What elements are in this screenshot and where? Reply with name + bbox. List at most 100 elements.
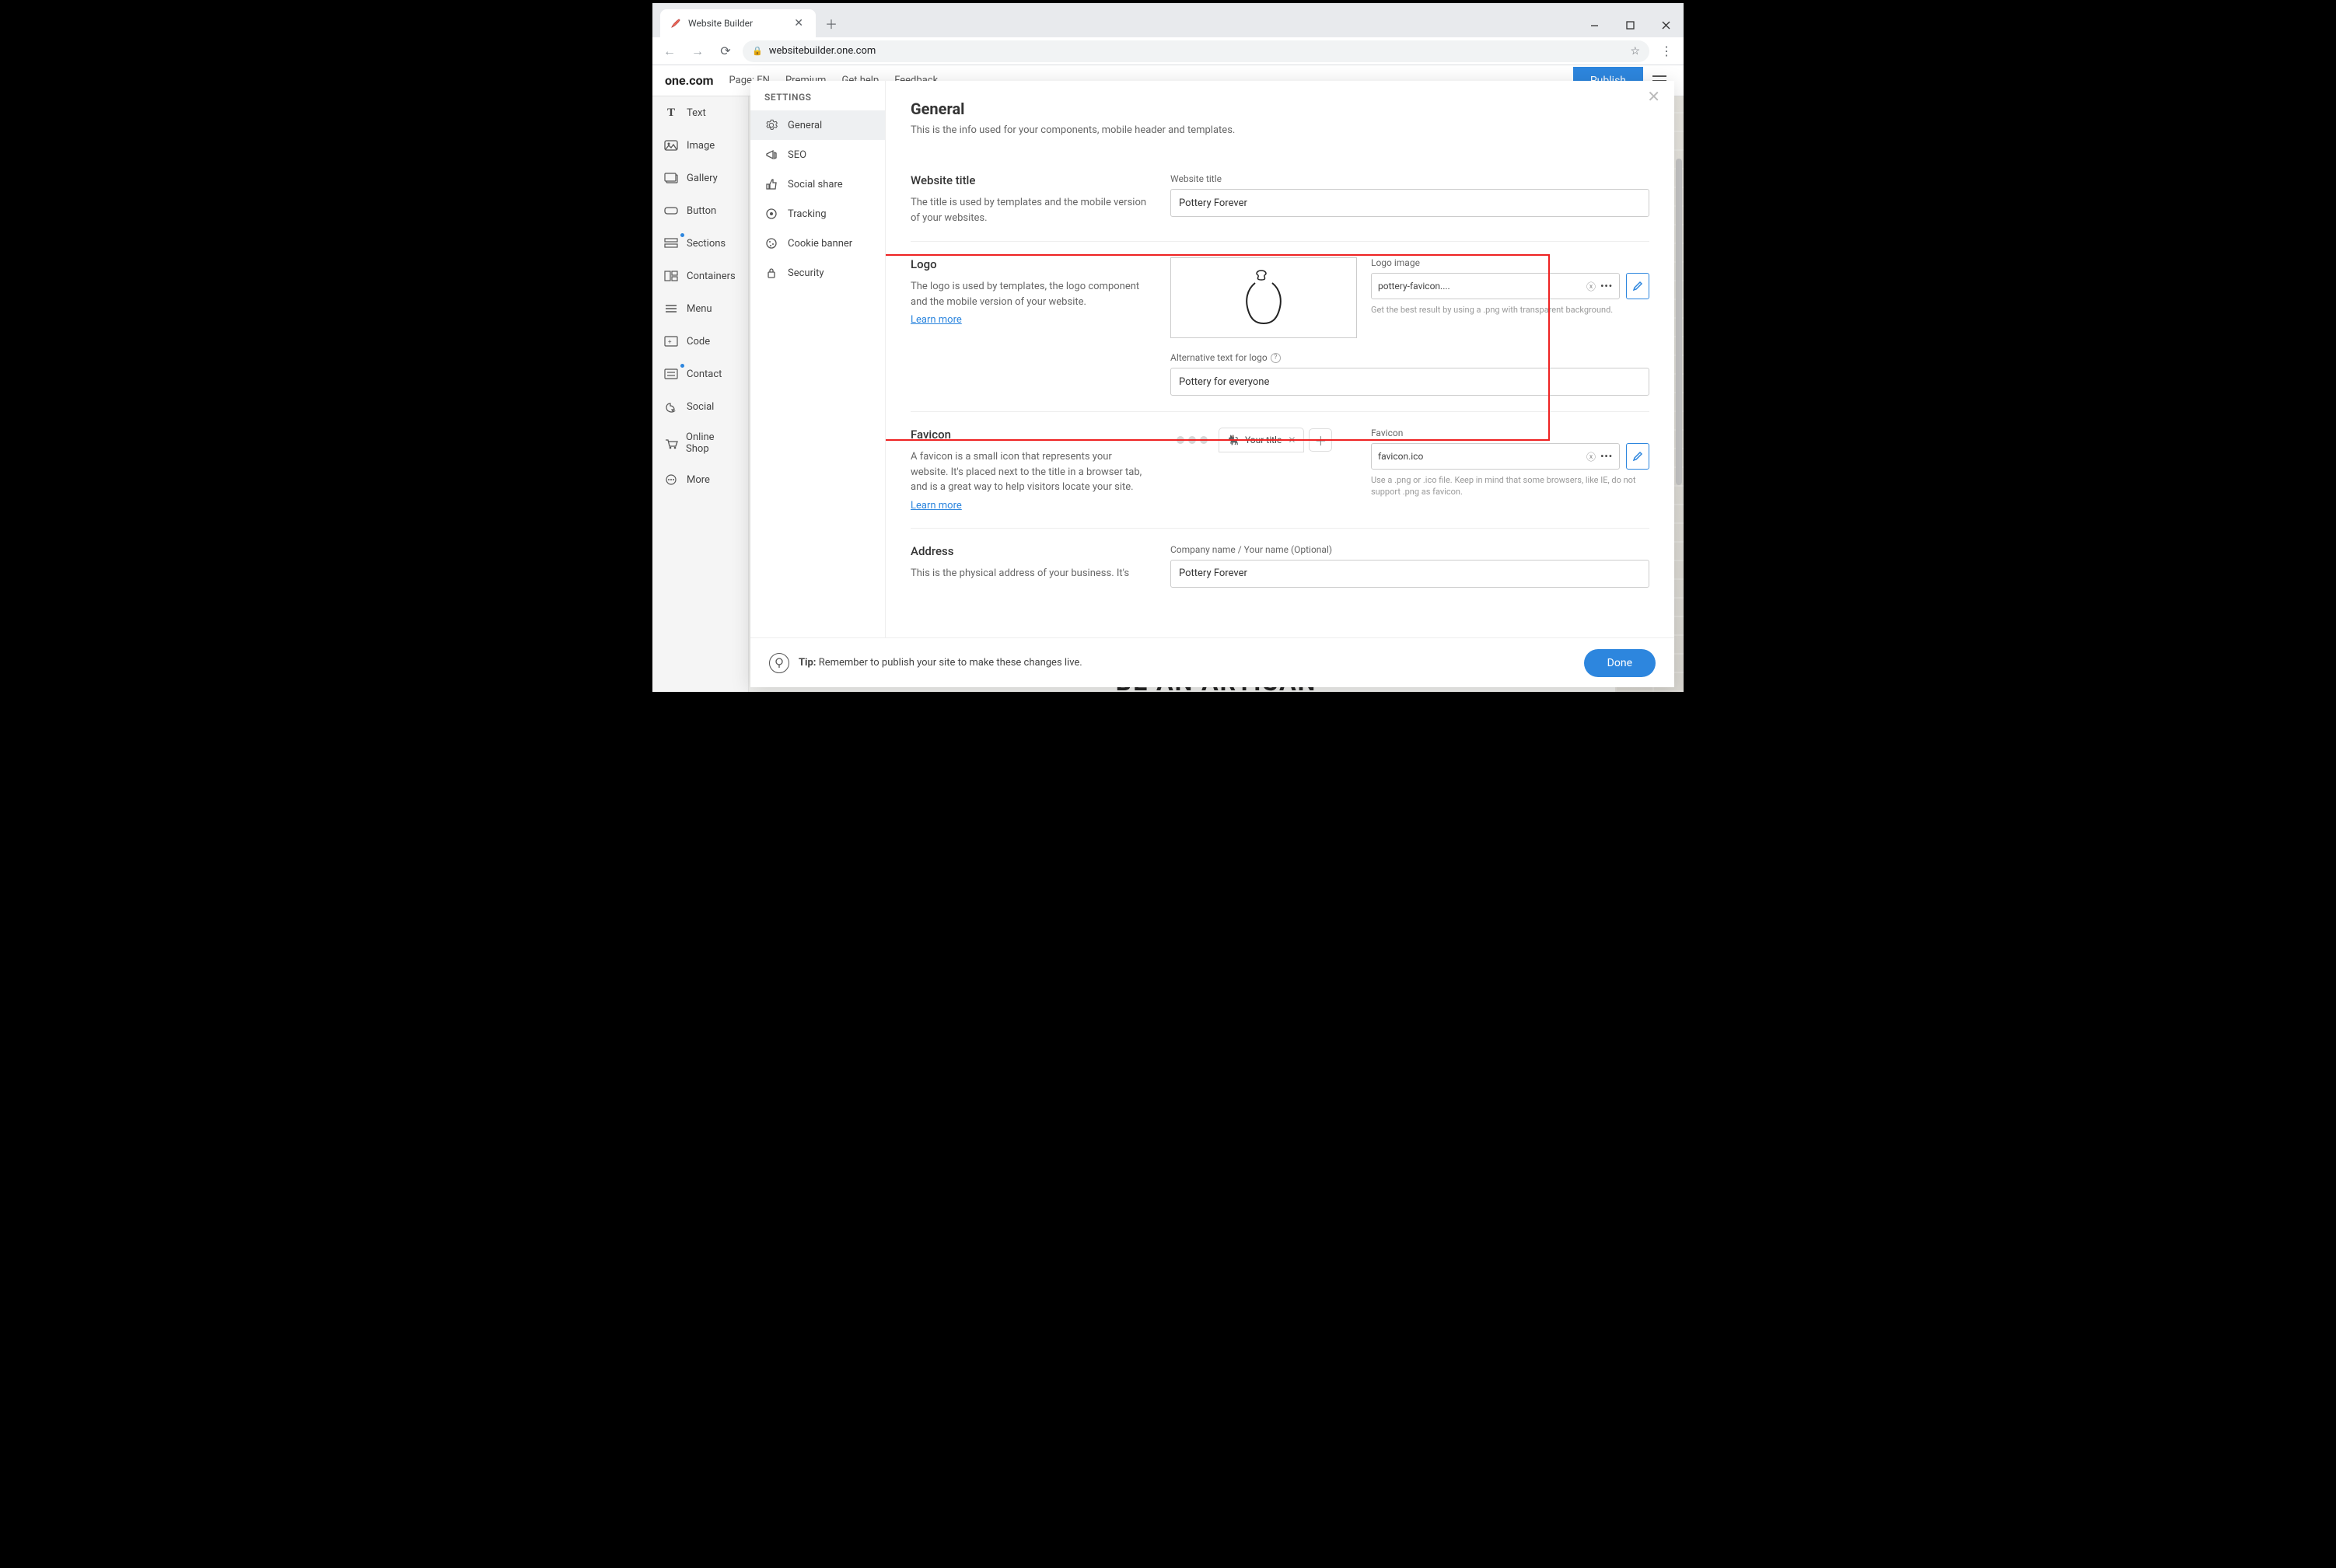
sidebar-item-general[interactable]: General xyxy=(750,110,885,140)
vase-icon xyxy=(1240,267,1288,328)
back-icon[interactable]: ← xyxy=(659,40,680,62)
browser-toolbar: ← → ⟳ 🔒 websitebuilder.one.com ☆ ⋮ xyxy=(652,37,1684,65)
lock-icon xyxy=(764,266,778,280)
app-logo: one.com xyxy=(665,73,714,88)
close-tab-icon[interactable]: ✕ xyxy=(791,16,806,31)
tool-image[interactable]: Image xyxy=(652,129,748,162)
thumbs-up-icon xyxy=(764,177,778,191)
help-icon[interactable]: ? xyxy=(1271,353,1281,363)
new-tab-button[interactable]: ＋ xyxy=(820,12,842,34)
section-desc: A favicon is a small icon that represent… xyxy=(911,449,1152,495)
learn-more-link[interactable]: Learn more xyxy=(911,314,962,326)
url-text: websitebuilder.one.com xyxy=(769,45,876,57)
scrollbar[interactable] xyxy=(1674,159,1684,669)
sections-icon xyxy=(663,236,679,251)
company-name-input[interactable] xyxy=(1170,560,1649,588)
more-options-icon[interactable]: ••• xyxy=(1600,451,1613,462)
page-subtitle: This is the info used for your component… xyxy=(911,124,1649,136)
field-label: Logo image xyxy=(1371,257,1649,268)
favicon-hint: Use a .png or .ico file. Keep in mind th… xyxy=(1371,474,1649,498)
target-icon xyxy=(764,207,778,221)
pencil-icon xyxy=(1632,451,1643,462)
callout-arrow-icon: ➤ xyxy=(886,213,891,265)
browser-menu-icon[interactable]: ⋮ xyxy=(1656,40,1677,62)
tool-more[interactable]: More xyxy=(652,463,748,496)
browser-tab[interactable]: Website Builder ✕ xyxy=(660,9,816,37)
favicon-tab-preview: 🐈‍⬛ Your title ✕ ＋ xyxy=(1170,428,1357,452)
scrollbar-thumb[interactable] xyxy=(1676,159,1682,485)
field-label: Company name / Your name (Optional) xyxy=(1170,544,1649,555)
logo-alt-input[interactable] xyxy=(1170,368,1649,396)
tool-sections[interactable]: Sections xyxy=(652,227,748,260)
section-logo: Logo The logo is used by templates, the … xyxy=(911,241,1649,411)
tool-code[interactable]: +Code xyxy=(652,325,748,358)
forward-icon[interactable]: → xyxy=(687,40,708,62)
tip-icon xyxy=(769,653,789,673)
sidebar-item-security[interactable]: Security xyxy=(750,258,885,288)
field-label: Website title xyxy=(1170,173,1649,184)
tool-online-shop[interactable]: Online Shop xyxy=(652,423,748,463)
tool-text[interactable]: TText xyxy=(652,96,748,129)
social-icon xyxy=(663,399,679,414)
modal-footer: Tip: Remember to publish your site to ma… xyxy=(750,637,1674,687)
logo-hint: Get the best result by using a .png with… xyxy=(1371,304,1649,316)
gear-icon xyxy=(764,118,778,132)
section-heading: Website title xyxy=(911,173,1152,187)
clear-file-icon[interactable]: ⓧ xyxy=(1586,280,1596,293)
menu-icon xyxy=(663,301,679,316)
sidebar-item-social-share[interactable]: Social share xyxy=(750,169,885,199)
close-window-icon[interactable] xyxy=(1648,12,1684,37)
reload-icon[interactable]: ⟳ xyxy=(715,40,736,62)
lock-icon: 🔒 xyxy=(752,46,763,56)
sidebar-item-cookie-banner[interactable]: Cookie banner xyxy=(750,229,885,258)
traffic-lights-icon xyxy=(1170,436,1214,444)
tool-contact[interactable]: Contact xyxy=(652,358,748,390)
plus-icon: ＋ xyxy=(1309,428,1332,452)
section-heading: Logo xyxy=(911,257,1152,271)
tool-menu[interactable]: Menu xyxy=(652,292,748,325)
tab-title: Website Builder xyxy=(688,18,791,29)
more-icon xyxy=(663,472,679,487)
text-icon: T xyxy=(663,105,679,120)
more-options-icon[interactable]: ••• xyxy=(1600,281,1613,292)
settings-content: General This is the info used for your c… xyxy=(886,81,1674,637)
logo-file-input[interactable]: pottery-favicon.... ⓧ ••• xyxy=(1371,273,1620,299)
url-bar[interactable]: 🔒 websitebuilder.one.com ☆ xyxy=(743,40,1649,62)
section-heading: Favicon xyxy=(911,428,1152,442)
cookie-icon xyxy=(764,236,778,250)
pencil-icon xyxy=(1632,281,1643,292)
tool-button[interactable]: Button xyxy=(652,194,748,227)
shop-icon xyxy=(663,435,678,451)
section-address: Address This is the physical address of … xyxy=(911,528,1649,603)
sidebar-item-seo[interactable]: SEO xyxy=(750,140,885,169)
containers-icon xyxy=(663,268,679,284)
section-desc: This is the physical address of your bus… xyxy=(911,566,1152,581)
edit-favicon-button[interactable] xyxy=(1626,443,1649,470)
learn-more-link[interactable]: Learn more xyxy=(911,500,962,512)
sidebar-item-tracking[interactable]: Tracking xyxy=(750,199,885,229)
website-title-input[interactable] xyxy=(1170,189,1649,217)
done-button[interactable]: Done xyxy=(1584,649,1656,677)
section-heading: Address xyxy=(911,544,1152,558)
clear-file-icon[interactable]: ⓧ xyxy=(1586,450,1596,463)
preview-tab: 🐈‍⬛ Your title ✕ xyxy=(1219,428,1304,452)
logo-preview xyxy=(1170,257,1357,338)
tool-gallery[interactable]: Gallery xyxy=(652,162,748,194)
field-label: Alternative text for logo ? xyxy=(1170,352,1649,363)
tool-sidebar: TText Image Gallery Button Sections Cont… xyxy=(652,96,749,692)
section-desc: The logo is used by templates, the logo … xyxy=(911,279,1152,309)
gallery-icon xyxy=(663,170,679,186)
settings-sidebar: SETTINGS General SEO Social share Tracki… xyxy=(750,81,886,637)
section-favicon: Favicon A favicon is a small icon that r… xyxy=(911,411,1649,528)
bookmark-star-icon[interactable]: ☆ xyxy=(1630,45,1640,58)
edit-logo-button[interactable] xyxy=(1626,273,1649,299)
code-icon: + xyxy=(663,334,679,349)
favicon-file-input[interactable]: favicon.ico ⓧ ••• xyxy=(1371,443,1620,470)
tool-social[interactable]: Social xyxy=(652,390,748,423)
tool-containers[interactable]: Containers xyxy=(652,260,748,292)
maximize-icon[interactable] xyxy=(1612,12,1648,37)
file-name: pottery-favicon.... xyxy=(1378,281,1582,292)
minimize-icon[interactable] xyxy=(1576,12,1612,37)
settings-sidebar-title: SETTINGS xyxy=(750,81,885,110)
cat-icon: 🐈‍⬛ xyxy=(1227,435,1239,445)
